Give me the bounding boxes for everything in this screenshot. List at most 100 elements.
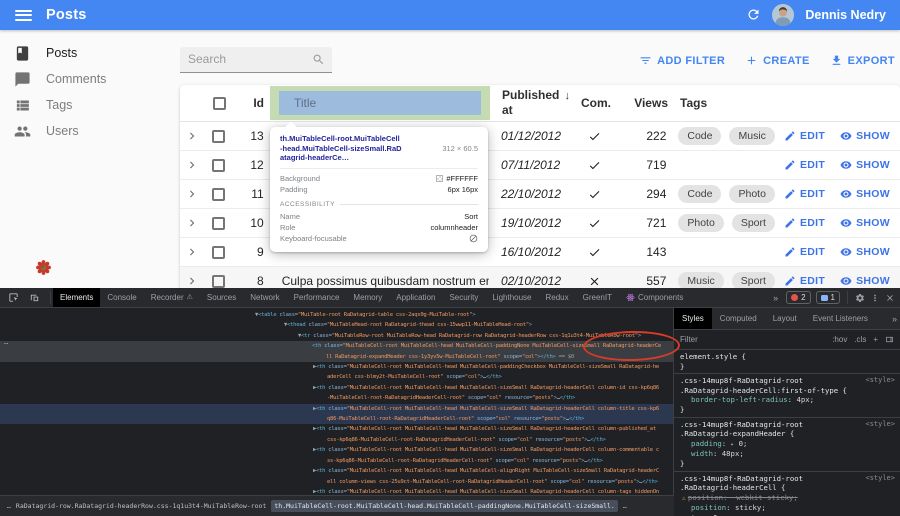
tree-gutter-ellipsis[interactable]: … — [4, 338, 8, 346]
styles-tab-layout[interactable]: Layout — [765, 308, 805, 329]
class-toggle[interactable]: .cls — [854, 335, 866, 344]
styles-filter-input[interactable]: Filter — [680, 335, 698, 344]
row-checkbox[interactable] — [212, 159, 225, 172]
pseudo-state-toggle[interactable]: :hov — [832, 335, 847, 344]
breadcrumb-item[interactable]: … — [7, 502, 11, 510]
header-commentable[interactable]: Com. — [572, 96, 620, 110]
row-checkbox[interactable] — [212, 275, 225, 288]
devtools-tab-application[interactable]: Application — [389, 288, 442, 307]
tag-chip[interactable]: Code — [678, 127, 721, 145]
devtools-close-button[interactable] — [885, 293, 895, 303]
style-origin[interactable]: <style> — [865, 420, 895, 430]
menu-hamburger-icon[interactable] — [15, 10, 32, 21]
show-button[interactable]: SHOW — [840, 159, 890, 171]
tag-chip[interactable]: Photo — [678, 214, 723, 232]
styles-tab-styles[interactable]: Styles — [674, 308, 712, 329]
expand-row-button[interactable] — [180, 187, 204, 201]
row-checkbox[interactable] — [212, 188, 225, 201]
styles-tab-event-listeners[interactable]: Event Listeners — [805, 308, 876, 329]
breadcrumb-item[interactable]: RaDatagrid-row.RaDatagrid-headerRow.css-… — [16, 502, 266, 510]
edit-button[interactable]: EDIT — [784, 217, 825, 229]
show-button[interactable]: SHOW — [840, 130, 890, 142]
expand-row-button[interactable] — [180, 245, 204, 259]
style-rule[interactable]: <style> .css-14mup8f-RaDatagrid-root.RaD… — [674, 418, 900, 472]
style-origin[interactable]: <style> — [865, 376, 895, 386]
edit-button[interactable]: EDIT — [784, 188, 825, 200]
row-checkbox[interactable] — [212, 246, 225, 259]
tag-chip[interactable]: Sport — [732, 214, 775, 232]
new-style-rule-button[interactable]: + — [873, 335, 878, 344]
elements-tree-line[interactable]: ▶<th class="MuiTableCell-root MuiTableCe… — [0, 404, 673, 425]
header-id[interactable]: Id — [234, 96, 270, 110]
devtools-tab-components[interactable]: Components — [619, 288, 690, 307]
expand-row-button[interactable] — [180, 216, 204, 230]
expand-row-button[interactable] — [180, 158, 204, 172]
style-rule[interactable]: <style> .css-14mup8f-RaDatagrid-root.RaD… — [674, 472, 900, 516]
expand-row-button[interactable] — [180, 274, 204, 288]
issues-badge[interactable]: 1 — [816, 291, 840, 304]
css-declaration[interactable]: position: sticky; — [680, 503, 894, 513]
elements-tree-line[interactable]: ▶<th class="MuiTableCell-root MuiTableCe… — [0, 383, 673, 404]
elements-tree-line[interactable]: ▼<thead class="MuiTableHead-root RaDatag… — [0, 320, 673, 330]
avatar[interactable] — [772, 4, 794, 26]
devtools-tab-security[interactable]: Security — [442, 288, 485, 307]
breadcrumb-item[interactable]: … — [623, 502, 627, 510]
more-sidebar-tabs-chevron[interactable]: » — [889, 314, 900, 324]
show-button[interactable]: SHOW — [840, 246, 890, 258]
show-button[interactable]: SHOW — [840, 188, 890, 200]
error-badge[interactable]: 2 — [786, 291, 810, 304]
devtools-tab-performance[interactable]: Performance — [287, 288, 347, 307]
style-rule[interactable]: element.style {} — [674, 350, 900, 374]
create-button[interactable]: CREATE — [745, 54, 810, 67]
sidebar-item-comments[interactable]: Comments — [0, 66, 180, 92]
devtools-tab-memory[interactable]: Memory — [346, 288, 389, 307]
select-all-checkbox[interactable] — [213, 97, 226, 110]
row-checkbox[interactable] — [212, 130, 225, 143]
edit-button[interactable]: EDIT — [784, 246, 825, 258]
elements-tree-line[interactable]: ▼<tr class="MuiTableRow-root MuiTableRow… — [0, 331, 673, 341]
devtools-tab-elements[interactable]: Elements — [53, 288, 100, 307]
tag-chip[interactable]: Code — [678, 185, 721, 203]
sidebar-item-posts[interactable]: Posts — [0, 40, 180, 66]
css-declaration[interactable]: width: 48px; — [680, 449, 894, 459]
devtools-tab-redux[interactable]: Redux — [539, 288, 576, 307]
elements-tree-line[interactable]: ▼<table class="MuiTable-root RaDatagrid-… — [0, 310, 673, 320]
sidebar-item-users[interactable]: Users — [0, 118, 180, 144]
search-input[interactable]: Search — [180, 47, 332, 73]
elements-tree-line[interactable]: ▶<th class="MuiTableCell-root MuiTableCe… — [0, 362, 673, 383]
toggle-sidebar-icon[interactable] — [885, 335, 894, 344]
elements-tree-line[interactable]: ▶<th class="MuiTableCell-root MuiTableCe… — [0, 466, 673, 487]
edit-button[interactable]: EDIT — [784, 130, 825, 142]
elements-tree-line[interactable]: ▶<th class="MuiTableCell-root MuiTableCe… — [0, 424, 673, 445]
edit-button[interactable]: EDIT — [784, 275, 825, 287]
row-checkbox[interactable] — [212, 217, 225, 230]
css-declaration[interactable]: border-top-left-radius: 4px; — [680, 395, 894, 405]
devtools-settings-button[interactable] — [855, 293, 865, 303]
more-tabs-chevron[interactable]: » — [770, 293, 781, 303]
edit-button[interactable]: EDIT — [784, 159, 825, 171]
expand-row-button[interactable] — [180, 129, 204, 143]
style-rule[interactable]: <style> .css-14mup8f-RaDatagrid-root.RaD… — [674, 374, 900, 417]
devtools-tab-lighthouse[interactable]: Lighthouse — [485, 288, 538, 307]
user-name[interactable]: Dennis Nedry — [805, 8, 886, 22]
device-toolbar-button[interactable] — [24, 292, 45, 303]
header-title[interactable]: Title — [270, 85, 490, 121]
export-button[interactable]: EXPORT — [830, 54, 895, 67]
devtools-menu-button[interactable] — [870, 293, 880, 303]
devtools-tab-sources[interactable]: Sources — [200, 288, 243, 307]
sidebar-item-tags[interactable]: Tags — [0, 92, 180, 118]
css-declaration[interactable]: padding: ▸ 0; — [680, 439, 894, 450]
inspect-element-button[interactable] — [3, 292, 24, 303]
header-views[interactable]: Views — [620, 96, 668, 110]
tag-chip[interactable]: Music — [729, 127, 774, 145]
styles-tab-computed[interactable]: Computed — [712, 308, 765, 329]
style-origin[interactable]: <style> — [865, 474, 895, 484]
devtools-tab-console[interactable]: Console — [100, 288, 143, 307]
devtools-tab-recorder[interactable]: Recorder⚠ — [144, 288, 200, 307]
breadcrumb-item[interactable]: th.MuiTableCell-root.MuiTableCell-head.M… — [271, 500, 617, 512]
devtools-tab-network[interactable]: Network — [243, 288, 286, 307]
css-declaration[interactable]: ⚠position: -webkit-sticky; — [680, 493, 894, 504]
header-tags[interactable]: Tags — [668, 96, 786, 110]
show-button[interactable]: SHOW — [840, 217, 890, 229]
devtools-tab-greenit[interactable]: GreenIT — [576, 288, 619, 307]
